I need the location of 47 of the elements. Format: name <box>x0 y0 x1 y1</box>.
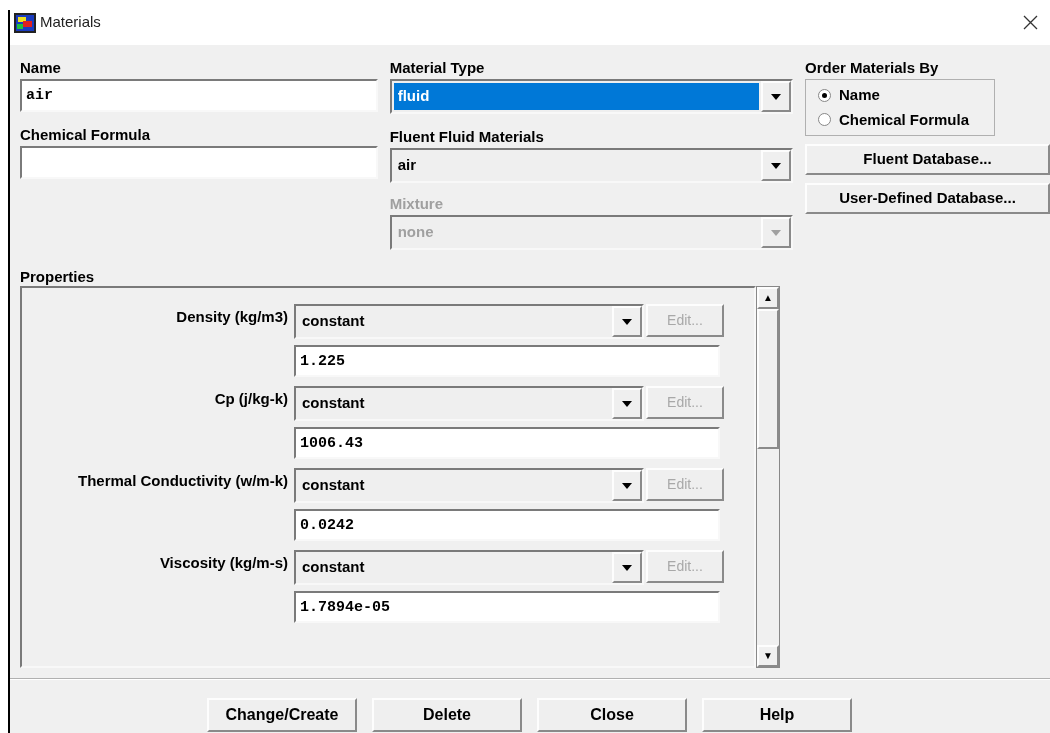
caret-icon <box>622 564 632 571</box>
property-label: Cp (j/kg-k) <box>213 389 289 409</box>
section-label: Properties <box>20 267 96 286</box>
input-field[interactable] <box>20 146 378 179</box>
property-label: Density (kg/m3) <box>175 307 289 327</box>
dropdown[interactable]: constant <box>294 468 644 503</box>
dropdown[interactable]: fluid <box>389 79 793 114</box>
input-field[interactable]: air <box>20 79 378 112</box>
caret-icon <box>622 400 632 407</box>
radio-label: Name <box>839 85 880 105</box>
radio-button[interactable] <box>818 113 831 127</box>
value-field[interactable]: 1.7894e-05 <box>294 591 720 623</box>
field-label: Mixture <box>389 194 444 214</box>
caret-icon <box>771 229 781 236</box>
dialog-button[interactable]: Close <box>537 698 687 732</box>
caret-icon <box>771 162 781 169</box>
scrollbar[interactable]: ▲ ▼ <box>756 286 780 668</box>
value-field[interactable]: 1006.43 <box>294 427 720 459</box>
dropdown[interactable]: air <box>389 148 793 183</box>
dialog-button[interactable]: Change/Create <box>207 698 357 732</box>
value-field[interactable]: 1.225 <box>294 345 720 377</box>
group-label: Order Materials By <box>805 58 940 78</box>
field-label: Chemical Formula <box>20 125 152 145</box>
database-button[interactable]: Fluent Database... <box>805 144 1050 175</box>
app-icon <box>14 12 36 33</box>
scrollbar-thumb[interactable] <box>757 309 779 449</box>
scroll-down-button[interactable]: ▼ <box>757 645 779 667</box>
property-label: Thermal Conductivity (w/m-k) <box>76 471 289 491</box>
caret-icon <box>622 318 632 325</box>
field-label: Name <box>20 58 62 78</box>
database-button[interactable]: User-Defined Database... <box>805 183 1050 214</box>
dialog-button[interactable]: Help <box>702 698 852 732</box>
dropdown[interactable]: constant <box>294 550 644 585</box>
window-title: Materials <box>40 12 101 33</box>
caret-icon <box>771 93 781 100</box>
field-label: Fluent Fluid Materials <box>389 127 545 147</box>
close-icon[interactable] <box>1023 15 1038 30</box>
value-field[interactable]: 0.0242 <box>294 509 720 541</box>
radio-button[interactable] <box>818 88 831 102</box>
dropdown[interactable]: constant <box>294 386 644 421</box>
caret-icon <box>622 482 632 489</box>
property-label: Viscosity (kg/m-s) <box>158 553 289 573</box>
field-label: Material Type <box>389 58 486 78</box>
scroll-up-button[interactable]: ▲ <box>757 287 779 309</box>
dialog-button[interactable]: Delete <box>372 698 522 732</box>
dropdown[interactable]: constant <box>294 304 644 339</box>
radio-label: Chemical Formula <box>839 109 970 130</box>
